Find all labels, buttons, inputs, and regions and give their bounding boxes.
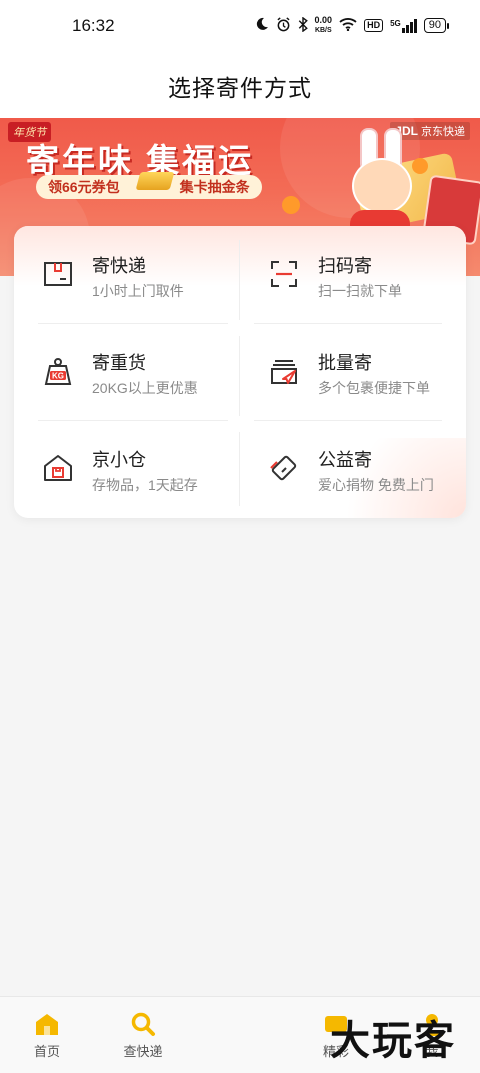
wifi-icon	[339, 17, 357, 34]
alarm-icon	[276, 16, 291, 35]
service-grid-card: 寄快递 1小时上门取件 扫码寄 扫一扫就下单 KG 寄重货 20KG以上更优惠 …	[14, 226, 466, 518]
tab-label: 查快递	[123, 1044, 163, 1059]
service-name: 京小仓	[92, 450, 146, 470]
card-text: 集卡抽金条	[179, 179, 250, 195]
service-name: 寄快递	[92, 256, 146, 276]
service-name: 寄重货	[92, 353, 146, 373]
header: 选择寄件方式	[0, 54, 480, 118]
brand-logo: JDL 京东快递	[390, 122, 470, 140]
net-speed-unit: KB/S	[314, 27, 332, 34]
package-box-icon	[42, 258, 74, 290]
battery-indicator: 90	[423, 18, 450, 33]
net-speed: 0.00 KB/S	[315, 16, 333, 35]
service-name: 扫码寄	[318, 256, 372, 276]
bluetooth-icon	[298, 16, 308, 35]
network-type: 5G	[390, 18, 401, 28]
home-icon	[34, 1011, 60, 1037]
status-time: 16:32	[72, 16, 115, 35]
service-mini-warehouse[interactable]: 京小仓 存物品，1天起存	[14, 420, 240, 517]
service-heavy-cargo[interactable]: KG 寄重货 20KG以上更优惠	[14, 323, 240, 420]
warehouse-icon	[42, 452, 74, 484]
service-desc: 扫一扫就下单	[318, 283, 402, 299]
service-desc: 20KG以上更优惠	[92, 380, 198, 396]
batch-send-icon	[268, 355, 300, 387]
tab-track-express[interactable]: 查快递	[103, 1011, 183, 1060]
svg-text:KG: KG	[52, 372, 64, 381]
tab-home[interactable]: 首页	[7, 1011, 87, 1060]
status-bar: 16:32 0.00 KB/S HD 5G 90	[0, 0, 480, 54]
weight-kg-icon: KG	[42, 355, 74, 387]
page-title: 选择寄件方式	[168, 75, 312, 101]
search-icon	[130, 1011, 156, 1037]
service-desc: 存物品，1天起存	[92, 477, 198, 493]
orange-decoration	[412, 158, 428, 174]
service-send-express[interactable]: 寄快递 1小时上门取件	[14, 226, 240, 323]
moon-icon	[255, 17, 269, 34]
service-charity-send[interactable]: 公益寄 爱心捐物 免费上门	[240, 420, 466, 517]
service-desc: 1小时上门取件	[92, 283, 184, 299]
mascot-head	[352, 158, 412, 214]
status-icons: 0.00 KB/S HD 5G 90	[255, 16, 450, 35]
charity-icon	[268, 452, 300, 484]
service-name: 批量寄	[318, 353, 372, 373]
net-speed-value: 0.00	[314, 15, 333, 25]
service-batch-send[interactable]: 批量寄 多个包裹便捷下单	[240, 323, 466, 420]
service-name: 公益寄	[318, 450, 372, 470]
hd-badge: HD	[364, 19, 384, 32]
scan-frame-icon	[268, 258, 300, 290]
coupon-text: 领66元券包	[48, 179, 120, 195]
signal-icon: 5G	[390, 18, 417, 33]
orange-decoration	[282, 196, 300, 214]
service-desc: 爱心捐物 免费上门	[318, 477, 434, 493]
watermark-logo: 大玩客	[330, 1018, 456, 1064]
service-desc: 多个包裹便捷下单	[318, 380, 430, 396]
tab-label: 首页	[33, 1044, 60, 1059]
gold-bar-icon	[135, 172, 175, 190]
service-scan-send[interactable]: 扫码寄 扫一扫就下单	[240, 226, 466, 323]
brand-name: 京东快递	[421, 126, 465, 138]
